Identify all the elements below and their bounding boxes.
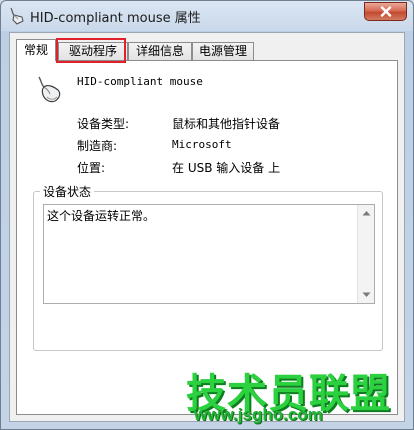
- manufacturer-value: Microsoft: [172, 138, 232, 151]
- mouse-icon: [10, 7, 24, 25]
- chevron-down-icon: [362, 292, 370, 297]
- device-type-value: 鼠标和其他指针设备: [172, 117, 281, 131]
- scroll-down-button[interactable]: [358, 287, 374, 303]
- manufacturer-label: 制造商:: [77, 139, 118, 153]
- tab-power-management[interactable]: 电源管理: [192, 42, 254, 60]
- scroll-up-button[interactable]: [358, 205, 374, 221]
- tab-general[interactable]: 常规: [16, 39, 56, 61]
- device-status-title: 设备状态: [40, 183, 95, 200]
- properties-window: HID-compliant mouse 属性 常规 驱动程序 详细信息 电源管理…: [0, 0, 414, 430]
- device-status-textbox[interactable]: 这个设备运转正常。: [43, 204, 375, 304]
- tab-details[interactable]: 详细信息: [128, 42, 192, 60]
- watermark-url: www.jsgho.com: [194, 405, 323, 424]
- close-icon: [380, 6, 391, 17]
- title-bar[interactable]: HID-compliant mouse 属性: [1, 1, 413, 31]
- device-name: HID-compliant mouse: [77, 75, 203, 88]
- watermark: 技术员联盟 www.jsgho.com: [186, 361, 411, 429]
- location-label: 位置:: [77, 161, 106, 175]
- device-type-label: 设备类型:: [77, 117, 130, 131]
- device-status-group: 设备状态 这个设备运转正常。: [33, 183, 383, 351]
- window-title: HID-compliant mouse 属性: [30, 11, 201, 26]
- chevron-up-icon: [362, 211, 370, 216]
- location-value: 在 USB 输入设备 上: [172, 161, 281, 175]
- device-status-text: 这个设备运转正常。: [47, 209, 156, 223]
- close-button[interactable]: [364, 2, 407, 21]
- mouse-icon: [38, 76, 61, 103]
- driver-tab-highlight: [56, 38, 126, 63]
- status-scrollbar[interactable]: [357, 205, 374, 303]
